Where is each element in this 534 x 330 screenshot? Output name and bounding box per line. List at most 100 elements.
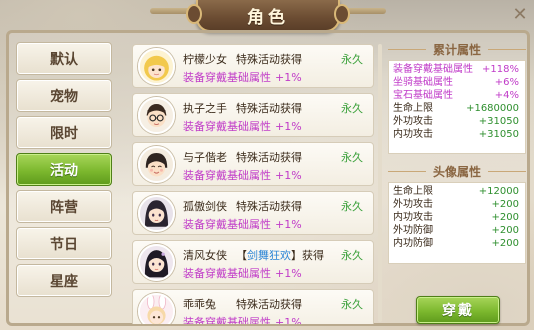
source-suffix: 】获得 xyxy=(291,249,324,262)
avatar-stats-box: 生命上限 +12000 外功攻击 +200 内功攻击 +200 外功防御 +200 内功… xyxy=(388,182,526,264)
avatar-bunny-girl-icon xyxy=(138,293,175,324)
avatar-attr-heading: 头像属性 xyxy=(386,162,528,180)
source-prefix: 【 xyxy=(236,249,247,262)
avatar-swordsman-icon xyxy=(138,195,175,232)
title-source: 特殊活动获得 xyxy=(236,53,302,66)
title-plate: 角色 xyxy=(186,0,350,32)
title-effect: 装备穿戴基础属性 +1% xyxy=(183,265,302,281)
tab-label: 宠物 xyxy=(50,88,78,105)
avatar-blonde-girl-icon xyxy=(138,48,175,85)
stat-line: 生命上限 +12000 xyxy=(393,185,519,198)
attribute-panel: 累计属性 装备穿戴基础属性 +118% 坐骑基础属性 +6% 宝石基础属性 +4% 生… xyxy=(386,40,528,322)
title-effect: 装备穿戴基础属性 +1% xyxy=(183,69,302,85)
title-name: 柠檬少女 xyxy=(183,53,227,66)
stat-value: +200 xyxy=(491,199,519,210)
title-name: 孤傲剑侠 xyxy=(183,200,227,213)
stat-label: 外功攻击 xyxy=(393,199,433,210)
title-row[interactable]: 乖乖兔 特殊活动获得 永久 装备穿戴基础属性 +1% xyxy=(132,289,374,324)
tab-festival[interactable]: 节日 xyxy=(16,227,112,260)
effect-value: +1% xyxy=(275,316,302,324)
stat-line: 内功攻击 +200 xyxy=(393,211,519,224)
tab-label: 默认 xyxy=(50,51,78,68)
effect-label: 装备穿戴基础属性 xyxy=(183,169,271,182)
effect-label: 装备穿戴基础属性 xyxy=(183,71,271,84)
title-row[interactable]: 与子偕老 特殊活动获得 永久 装备穿戴基础属性 +1% xyxy=(132,142,374,186)
effect-value: +1% xyxy=(275,120,302,133)
stat-value: +200 xyxy=(491,225,519,236)
stat-label: 内功攻击 xyxy=(393,212,433,223)
tab-default[interactable]: 默认 xyxy=(16,42,112,75)
tab-limited[interactable]: 限时 xyxy=(16,116,112,149)
stat-line: 宝石基础属性 +4% xyxy=(393,89,519,102)
stat-value: +4% xyxy=(494,90,519,101)
tab-label: 限时 xyxy=(50,125,78,142)
title-source: 特殊活动获得 xyxy=(236,200,302,213)
effect-value: +1% xyxy=(275,218,302,231)
close-button[interactable]: ✕ xyxy=(508,2,532,26)
avatar-old-lady-icon xyxy=(138,146,175,183)
effect-label: 装备穿戴基础属性 xyxy=(183,218,271,231)
stat-line: 坐骑基础属性 +6% xyxy=(393,76,519,89)
stat-label: 外功攻击 xyxy=(393,116,433,127)
title-source: 特殊活动获得 xyxy=(236,102,302,115)
stat-label: 生命上限 xyxy=(393,103,433,114)
title-duration: 永久 xyxy=(341,249,363,262)
stat-line: 外功防御 +200 xyxy=(393,224,519,237)
tab-label: 活动 xyxy=(50,162,78,179)
source-event-link[interactable]: 剑舞狂欢 xyxy=(247,249,291,262)
stat-line: 外功攻击 +200 xyxy=(393,198,519,211)
tab-event[interactable]: 活动 xyxy=(16,153,112,186)
close-icon: ✕ xyxy=(512,3,528,25)
avatar-glasses-man-icon xyxy=(138,97,175,134)
stat-value: +6% xyxy=(494,77,519,88)
effect-label: 装备穿戴基础属性 xyxy=(183,120,271,133)
stat-label: 装备穿戴基础属性 xyxy=(393,64,473,75)
tab-faction[interactable]: 阵营 xyxy=(16,190,112,223)
title-source: 【剑舞狂欢】获得 xyxy=(236,247,324,263)
category-sidebar: 默认 宠物 限时 活动 阵营 节日 星座 xyxy=(16,42,114,301)
tab-pet[interactable]: 宠物 xyxy=(16,79,112,112)
equip-button[interactable]: 穿戴 xyxy=(416,296,500,324)
title-duration: 永久 xyxy=(341,298,363,311)
title-duration: 永久 xyxy=(341,200,363,213)
list-scrollbar[interactable] xyxy=(378,44,382,322)
title-row[interactable]: 清风女侠 【剑舞狂欢】获得 永久 装备穿戴基础属性 +1% xyxy=(132,240,374,284)
effect-label: 装备穿戴基础属性 xyxy=(183,267,271,280)
stat-label: 坐骑基础属性 xyxy=(393,77,453,88)
title-duration: 永久 xyxy=(341,53,363,66)
stat-label: 内功防御 xyxy=(393,238,433,249)
stat-label: 内功攻击 xyxy=(393,129,433,140)
stat-line: 内功防御 +200 xyxy=(393,237,519,250)
accumulated-stats-box[interactable]: 装备穿戴基础属性 +118% 坐骑基础属性 +6% 宝石基础属性 +4% 生命上限 +1… xyxy=(388,60,526,154)
effect-value: +1% xyxy=(275,71,302,84)
stat-value: +1680000 xyxy=(466,103,519,114)
window-title: 角色 xyxy=(247,7,289,28)
tab-label: 星座 xyxy=(50,273,78,290)
tab-label: 节日 xyxy=(50,236,78,253)
stat-value: +200 xyxy=(491,212,519,223)
stat-label: 宝石基础属性 xyxy=(393,90,453,101)
tab-constellation[interactable]: 星座 xyxy=(16,264,112,297)
title-duration: 永久 xyxy=(341,151,363,164)
effect-label: 装备穿戴基础属性 xyxy=(183,316,271,324)
stat-line: 内功攻击 +31050 xyxy=(393,128,519,141)
title-name: 与子偕老 xyxy=(183,151,227,164)
stat-line: 生命上限 +1680000 xyxy=(393,102,519,115)
title-row[interactable]: 孤傲剑侠 特殊活动获得 永久 装备穿戴基础属性 +1% xyxy=(132,191,374,235)
title-name: 清风女侠 xyxy=(183,249,227,262)
title-effect: 装备穿戴基础属性 +1% xyxy=(183,167,302,183)
stat-label: 生命上限 xyxy=(393,186,433,197)
title-duration: 永久 xyxy=(341,102,363,115)
stat-label: 外功防御 xyxy=(393,225,433,236)
title-effect: 装备穿戴基础属性 +1% xyxy=(183,314,302,324)
title-row[interactable]: 执子之手 特殊活动获得 永久 装备穿戴基础属性 +1% xyxy=(132,93,374,137)
title-row[interactable]: 柠檬少女 特殊活动获得 永久 装备穿戴基础属性 +1% xyxy=(132,44,374,88)
stat-line: 装备穿戴基础属性 +118% xyxy=(393,63,519,76)
title-list[interactable]: 柠檬少女 特殊活动获得 永久 装备穿戴基础属性 +1% 执子之手 特殊活动获得 永… xyxy=(132,44,374,324)
title-name: 乖乖兔 xyxy=(183,298,216,311)
title-effect: 装备穿戴基础属性 +1% xyxy=(183,118,302,134)
stat-value: +12000 xyxy=(478,186,519,197)
title-ornament-right xyxy=(334,4,350,24)
effect-value: +1% xyxy=(275,267,302,280)
stat-value: +31050 xyxy=(478,116,519,127)
